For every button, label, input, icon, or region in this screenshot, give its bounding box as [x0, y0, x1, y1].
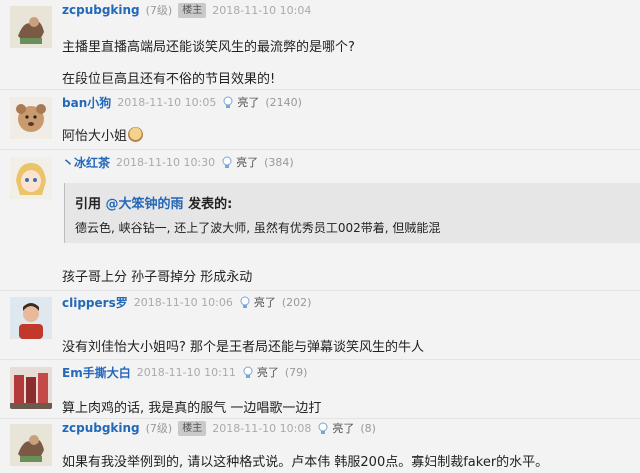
- like-label: 亮了: [332, 422, 355, 435]
- quote-block: 引用 @大笨钟的雨 发表的: 德云色, 峡谷钻一, 还上了波大师, 虽然有优秀员…: [64, 183, 640, 243]
- quote-text: 德云色, 峡谷钻一, 还上了波大师, 虽然有优秀员工002带着, 但贼能混: [75, 221, 441, 235]
- post-time: 2018-11-10 10:30: [116, 155, 216, 169]
- like-button[interactable]: 亮了: [317, 420, 354, 436]
- divider: [0, 290, 640, 291]
- like-label: 亮了: [237, 96, 260, 109]
- like-label: 亮了: [256, 366, 279, 379]
- user-level: (7级): [145, 422, 173, 435]
- quote-prefix: 引用: [75, 197, 102, 212]
- divider: [0, 359, 640, 360]
- username[interactable]: clippers罗: [62, 294, 128, 311]
- avatar[interactable]: [10, 367, 52, 409]
- like-count: (8): [360, 421, 376, 435]
- post-content-text: 阿怡大小姐: [62, 129, 128, 144]
- post-content-line: 在段位巨高且还有不俗的节目效果的!: [62, 72, 276, 87]
- like-button[interactable]: 亮了: [242, 364, 279, 380]
- post-content-line: 算上肉鸡的话, 我是真的服气 一边唱歌一边打: [62, 401, 322, 416]
- like-button[interactable]: 亮了: [222, 94, 259, 110]
- lightbulb-icon: [222, 156, 232, 168]
- like-button[interactable]: 亮了: [239, 294, 276, 310]
- username[interactable]: zcpubgking: [62, 3, 140, 17]
- like-count: (79): [284, 365, 308, 379]
- like-count: (2140): [265, 95, 302, 109]
- quote-header: 引用 @大笨钟的雨 发表的:: [75, 193, 640, 212]
- divider: [0, 89, 640, 90]
- op-badge: 楼主: [178, 420, 207, 436]
- avatar[interactable]: [10, 97, 52, 139]
- post-time: 2018-11-10 10:06: [133, 295, 233, 309]
- quoted-user-link[interactable]: @大笨钟的雨: [106, 197, 184, 212]
- avatar[interactable]: [10, 297, 52, 339]
- lightbulb-icon: [318, 422, 328, 434]
- username[interactable]: ban小狗: [62, 94, 111, 111]
- post-content-line: 主播里直播高端局还能谈笑风生的最流弊的是哪个?: [62, 40, 355, 55]
- user-level: (7级): [145, 4, 173, 17]
- lightbulb-icon: [223, 96, 233, 108]
- divider: [0, 149, 640, 150]
- post-time: 2018-11-10 10:08: [212, 421, 312, 435]
- username[interactable]: 丶冰红茶: [62, 154, 110, 171]
- like-button[interactable]: 亮了: [221, 154, 258, 170]
- lightbulb-icon: [240, 296, 250, 308]
- username[interactable]: Em手撕大白: [62, 364, 131, 381]
- post-time: 2018-11-10 10:05: [117, 95, 217, 109]
- post-content-line: 没有刘佳怡大小姐吗? 那个是王者局还能与弹幕谈笑风生的牛人: [62, 340, 425, 355]
- avatar[interactable]: [10, 424, 52, 466]
- monkey-emoji-icon: [128, 127, 144, 142]
- username[interactable]: zcpubgking: [62, 421, 140, 435]
- quote-suffix: 发表的:: [188, 197, 233, 212]
- like-count: (384): [264, 155, 294, 169]
- post-content-line: 阿怡大小姐: [62, 125, 630, 144]
- post-content-line: 孩子哥上分 孙子哥掉分 形成永动: [62, 270, 253, 285]
- lightbulb-icon: [243, 366, 253, 378]
- post-time: 2018-11-10 10:04: [212, 3, 312, 17]
- like-label: 亮了: [236, 156, 259, 169]
- like-count: (202): [281, 295, 312, 309]
- avatar[interactable]: [10, 157, 52, 199]
- post-time: 2018-11-10 10:11: [136, 365, 236, 379]
- op-badge: 楼主: [178, 2, 207, 18]
- avatar[interactable]: [10, 6, 52, 48]
- post-content-line: 如果有我没举例到的, 请以这种格式说。卢本伟 韩服200点。寡妇制裁faker的…: [62, 455, 549, 470]
- like-label: 亮了: [253, 296, 276, 309]
